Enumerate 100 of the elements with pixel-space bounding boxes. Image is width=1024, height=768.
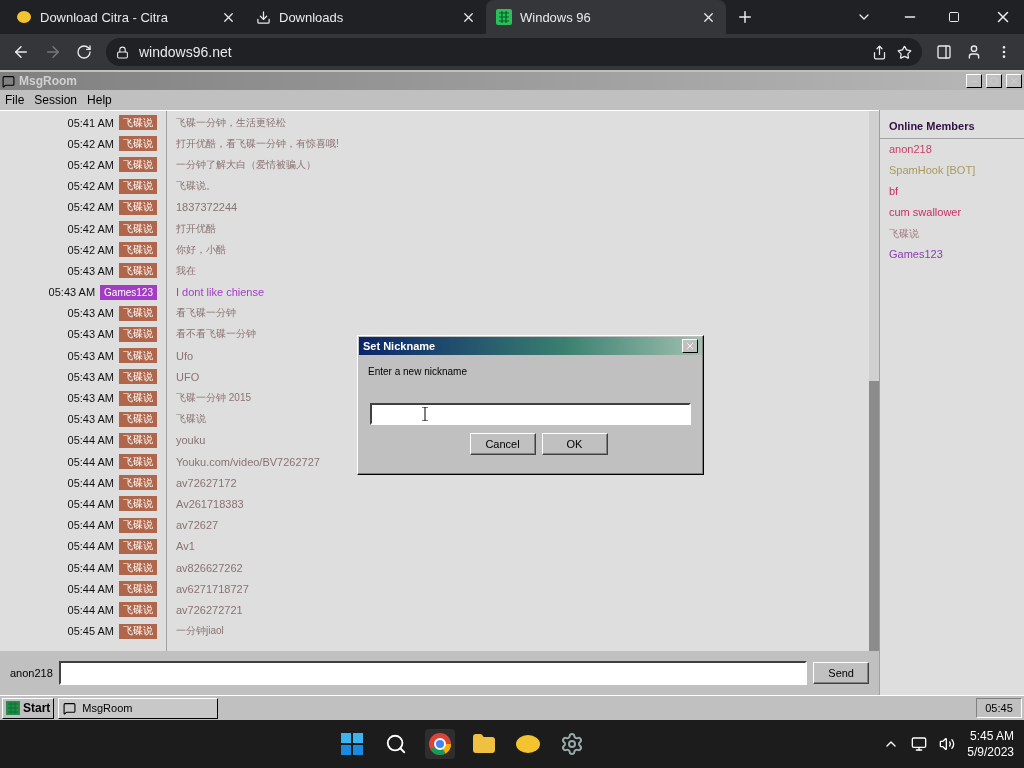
message-time: 05:43 AM (67, 349, 114, 362)
username-tag: 飞碟说 (119, 560, 157, 576)
message-text: 飞碟说。 (176, 179, 216, 194)
nickname-label: anon218 (10, 667, 53, 679)
message-text: 飞碟说 (176, 412, 206, 427)
chat-icon (63, 701, 77, 715)
message-text: youku (176, 434, 206, 447)
message-time: 05:43 AM (67, 370, 114, 383)
message-time: 05:43 AM (67, 264, 114, 277)
star-icon[interactable] (897, 44, 912, 60)
message-text: 看不看飞碟一分钟 (176, 327, 256, 342)
username-tag: 飞碟说 (119, 581, 157, 597)
nickname-input[interactable] (370, 403, 691, 425)
username-tag: 飞碟说 (119, 390, 157, 406)
message-text: 你好，小酷 (176, 242, 226, 257)
username-tag: 飞碟说 (119, 242, 157, 258)
message-time: 05:42 AM (67, 158, 114, 171)
message-text: 我在 (176, 263, 196, 278)
message-time: 05:43 AM (67, 392, 114, 405)
member-name[interactable]: bf (880, 181, 1024, 202)
message-text: Youku.com/video/BV7262727 (176, 455, 320, 468)
scroll-thumb[interactable] (869, 381, 879, 651)
menu-item[interactable]: Help (87, 93, 112, 107)
scrollbar[interactable] (869, 111, 879, 651)
username-tag: 飞碟说 (119, 348, 157, 364)
username-tag: 飞碟说 (119, 136, 157, 152)
ok-button[interactable]: OK (541, 433, 608, 455)
cancel-button[interactable]: Cancel (469, 433, 536, 455)
url-text: windows96.net (139, 44, 233, 60)
message-text: I dont like chiense (176, 286, 265, 299)
message-text: 打开优酷，看飞碟一分钟，有惊喜哦! (176, 136, 339, 151)
start-button[interactable]: Start (2, 697, 55, 719)
members-title: Online Members (880, 110, 1024, 139)
username-tag: 飞碟说 (119, 369, 157, 385)
username-tag: 飞碟说 (119, 115, 157, 131)
browser-icon[interactable] (424, 729, 455, 759)
message-time: 05:44 AM (67, 582, 114, 595)
message-text: Av1 (176, 540, 195, 553)
message-time: 05:43 AM (67, 307, 114, 320)
message-text: UFO (176, 370, 200, 383)
close-button[interactable] (682, 339, 698, 353)
message-time: 05:44 AM (67, 434, 114, 447)
menu-item[interactable]: File (5, 93, 25, 107)
menu-item[interactable]: Session (34, 93, 78, 107)
message-time: 05:44 AM (67, 519, 114, 532)
message-text: Av261718383 (176, 497, 244, 510)
browser-tab[interactable]: Download Citra - Citra (6, 0, 246, 34)
username-tag: 飞碟说 (119, 178, 157, 194)
browser-tab[interactable]: Windows 96 (486, 0, 726, 34)
share-icon[interactable] (872, 44, 887, 60)
minimize-button[interactable] (966, 74, 982, 88)
message-time: 05:44 AM (67, 540, 114, 553)
username-tag: 飞碟说 (119, 326, 157, 342)
taskbar-window-button[interactable]: MsgRoom (58, 697, 219, 719)
username-tag: 飞碟说 (119, 538, 157, 554)
browser-tab[interactable]: Downloads (246, 0, 486, 34)
message-text: 1837372244 (176, 201, 238, 214)
member-name[interactable]: Games123 (880, 244, 1024, 265)
username-tag: 飞碟说 (119, 454, 157, 470)
grid-icon (496, 9, 512, 25)
message-text: av72627 (176, 519, 219, 532)
address-bar[interactable]: windows96.net (106, 38, 922, 66)
new-tab-icon[interactable] (736, 8, 754, 26)
taskbar-clock: 05:45 (976, 698, 1022, 718)
message-text: Ufo (176, 349, 194, 362)
message-text: 打开优酷 (176, 221, 216, 236)
message-text: 看飞碟一分钟 (176, 306, 236, 321)
close-button[interactable] (1006, 74, 1022, 88)
network-icon[interactable] (911, 736, 928, 752)
username-tag: 飞碟说 (119, 263, 157, 279)
member-name[interactable]: cum swallower (880, 202, 1024, 223)
maximize-button[interactable] (986, 74, 1002, 88)
username-tag: 飞碟说 (119, 475, 157, 491)
forward-icon[interactable] (44, 43, 62, 61)
username-tag: 飞碟说 (119, 432, 157, 448)
restore-icon[interactable] (948, 11, 960, 23)
window-title: MsgRoom (19, 74, 78, 88)
dialog-prompt: Enter a new nickname (367, 365, 468, 379)
message-time: 05:44 AM (67, 561, 114, 574)
volume-icon[interactable] (939, 736, 956, 752)
message-time: 05:44 AM (67, 603, 114, 616)
lock-icon (116, 45, 129, 59)
system-time: 5:45 AM (969, 728, 1014, 744)
message-time: 05:44 AM (67, 455, 114, 468)
message-time: 05:43 AM (48, 286, 96, 299)
message-time: 05:45 AM (67, 625, 114, 638)
message-text: 飞碟一分钟 2015 (176, 391, 252, 406)
side-panel-icon[interactable] (936, 44, 952, 60)
message-text: av826627262 (176, 561, 243, 574)
back-icon[interactable] (12, 43, 30, 61)
close-icon (685, 341, 695, 351)
member-name[interactable]: anon218 (880, 139, 1024, 160)
message-time: 05:42 AM (67, 137, 114, 150)
dialog-title: Set Nickname (363, 340, 436, 352)
send-button[interactable]: Send (813, 662, 869, 684)
username-tag: 飞碟说 (119, 305, 157, 321)
profile-icon[interactable] (966, 44, 982, 60)
reload-icon[interactable] (76, 44, 92, 60)
message-input[interactable] (58, 661, 808, 685)
username-tag: 飞碟说 (119, 411, 157, 427)
